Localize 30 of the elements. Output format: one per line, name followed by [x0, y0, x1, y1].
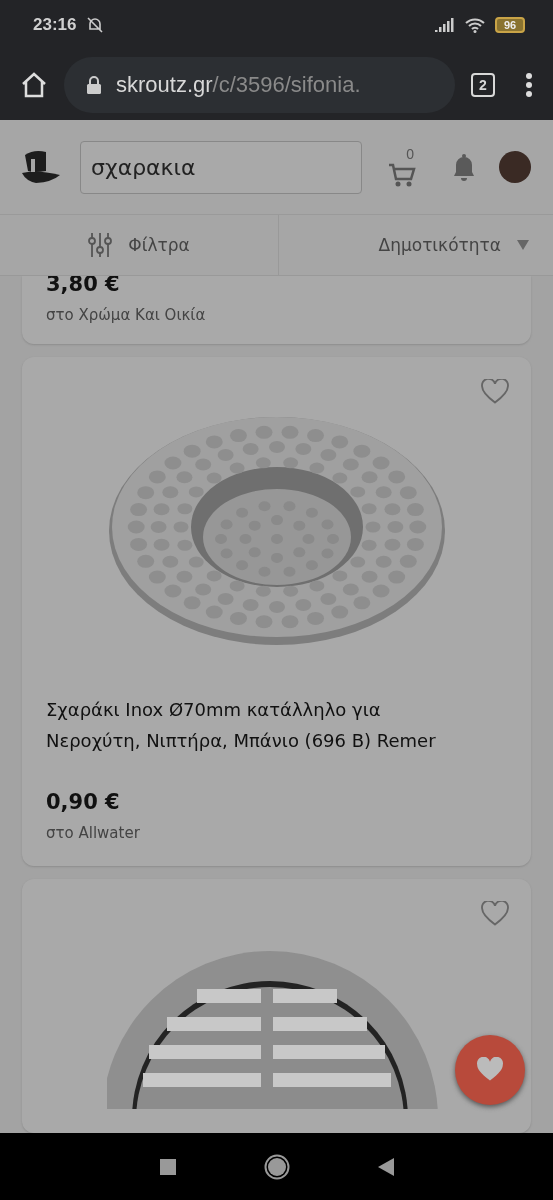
- url-text: skroutz.gr/c/3596/sifonia.: [116, 72, 361, 98]
- store-name: στο Χρώμα Και Οικία: [46, 306, 207, 324]
- user-avatar[interactable]: [499, 151, 531, 183]
- store-name: στο Allwater: [46, 824, 141, 842]
- tab-count-button[interactable]: 2: [471, 73, 495, 97]
- heart-icon: [476, 1057, 504, 1083]
- alarm-off-icon: [86, 16, 105, 34]
- dropdown-caret-icon: [517, 240, 529, 250]
- sliders-icon: [88, 232, 113, 258]
- recents-square-icon[interactable]: [159, 1158, 176, 1175]
- battery-level: 96: [495, 17, 525, 33]
- home-icon[interactable]: [20, 72, 48, 98]
- product-price: 3,80 €: [46, 276, 121, 296]
- address-bar[interactable]: skroutz.gr/c/3596/sifonia.: [64, 57, 455, 113]
- filters-button[interactable]: Φίλτρα: [0, 215, 278, 275]
- top-hat-logo-icon[interactable]: [22, 149, 62, 185]
- product-card[interactable]: [22, 879, 531, 1133]
- wifi-icon: [465, 17, 485, 33]
- signal-icon: [435, 18, 455, 32]
- sort-dropdown[interactable]: Δημοτικότητα: [279, 215, 553, 275]
- product-card[interactable]: Σχαράκι Inox Ø70mm κατάλληλο για Νεροχύτη, Νιπτήρα, Μπάνιο (696 B) Remer 0,90 € στο Allwater: [22, 357, 531, 866]
- back-triangle-icon[interactable]: [377, 1157, 394, 1176]
- status-time: 23:16: [33, 15, 77, 35]
- search-field[interactable]: σχαρακια: [80, 140, 362, 194]
- product-price: 0,90 €: [46, 790, 121, 814]
- product-title[interactable]: Σχαράκι Inox Ø70mm κατάλληλο για Νεροχύτη, Νιπτήρα, Μπάνιο (696 B) Remer: [46, 694, 507, 756]
- product-card[interactable]: 3,80 € στο Χρώμα Και Οικία: [22, 276, 531, 344]
- lock-icon: [86, 75, 102, 95]
- home-circle-icon[interactable]: [263, 1153, 290, 1180]
- more-menu-icon[interactable]: [525, 72, 533, 98]
